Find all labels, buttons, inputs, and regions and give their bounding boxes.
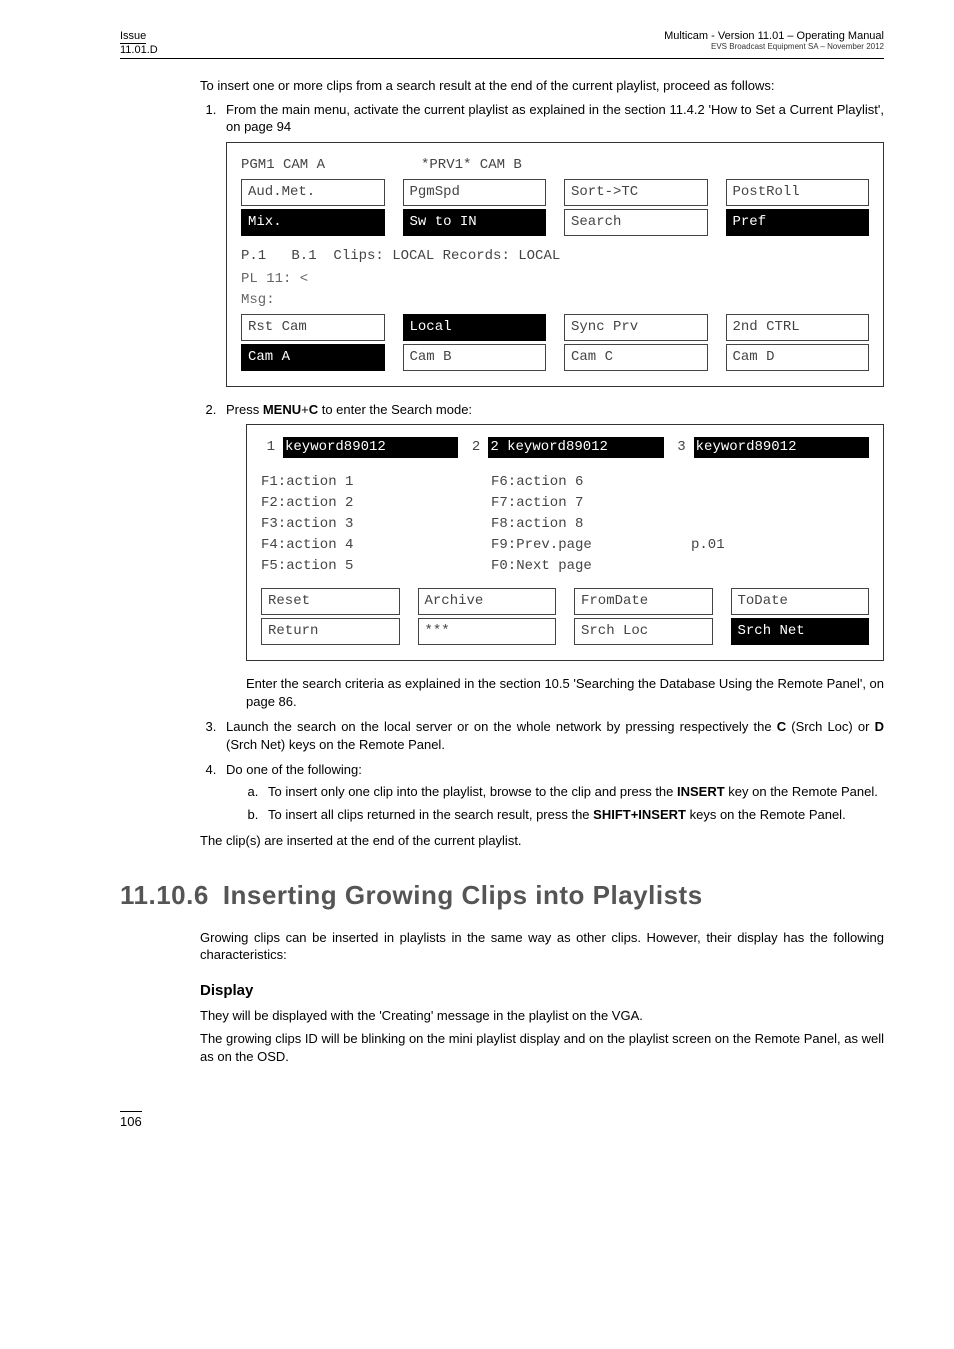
action-f7[interactable]: F7:action 7 [491, 493, 691, 514]
step-3: Launch the search on the local server or… [220, 718, 884, 753]
step-4b: To insert all clips returned in the sear… [262, 806, 884, 824]
page-header: Issue 11.01.D Multicam - Version 11.01 –… [120, 30, 884, 59]
step4b-a: To insert all clips returned in the sear… [268, 807, 593, 822]
pl-line: PL 11: < [241, 269, 869, 290]
btn-archive[interactable]: Archive [418, 588, 557, 615]
btn-return[interactable]: Return [261, 618, 400, 645]
btn-todate[interactable]: ToDate [731, 588, 870, 615]
display-subheading: Display [200, 982, 884, 999]
remote-panel-search: 1 keyword89012 2 2 keyword89012 3 keywor… [246, 424, 884, 661]
step3-b: (Srch Loc) or [786, 719, 875, 734]
step3-a: Launch the search on the local server or… [226, 719, 777, 734]
btn-cam-a[interactable]: Cam A [241, 344, 385, 371]
step3-c: (Srch Net) keys on the Remote Panel. [226, 737, 445, 752]
btn-sort-tc[interactable]: Sort->TC [564, 179, 708, 206]
step2-pre: Press [226, 402, 263, 417]
action-f0[interactable]: F0:Next page [491, 556, 691, 577]
action-f6[interactable]: F6:action 6 [491, 472, 691, 493]
panel-head-mid: *PRV1* CAM B [421, 155, 522, 176]
header-doc-block: Multicam - Version 11.01 – Operating Man… [664, 30, 884, 51]
display-paragraph-2: The growing clips ID will be blinking on… [200, 1030, 884, 1065]
btn-sw-to-in[interactable]: Sw to IN [403, 209, 547, 236]
display-paragraph-1: They will be displayed with the 'Creatin… [200, 1007, 884, 1025]
section-number: 11.10.6 [120, 880, 209, 910]
action-f8[interactable]: F8:action 8 [491, 514, 691, 535]
intro-paragraph: To insert one or more clips from a searc… [200, 77, 884, 95]
conclusion-paragraph: The clip(s) are inserted at the end of t… [200, 832, 884, 850]
btn-pgmspd[interactable]: PgmSpd [403, 179, 547, 206]
kw-field1[interactable]: keyword89012 [283, 437, 458, 458]
btn-local[interactable]: Local [403, 314, 547, 341]
step-4a: To insert only one clip into the playlis… [262, 783, 884, 801]
btn-srch-loc[interactable]: Srch Loc [574, 618, 713, 645]
issue-label: Issue [120, 30, 146, 44]
doc-title: Multicam - Version 11.01 – Operating Man… [664, 30, 884, 42]
btn-pref[interactable]: Pref [726, 209, 870, 236]
btn-cam-b[interactable]: Cam B [403, 344, 547, 371]
btn-search[interactable]: Search [564, 209, 708, 236]
btn-sync-prv[interactable]: Sync Prv [564, 314, 708, 341]
section-title: Inserting Growing Clips into Playlists [223, 880, 703, 910]
page-number: 106 [120, 1111, 142, 1129]
step3-key-c: C [777, 719, 786, 734]
remote-panel-main: PGM1 CAM A *PRV1* CAM B Aud.Met. PgmSpd … [226, 142, 884, 387]
kw-field2-prefix: 2 [466, 437, 480, 458]
kw-field2[interactable]: 2 keyword89012 [488, 437, 663, 458]
header-issue-block: Issue 11.01.D [120, 30, 158, 56]
step2-c: C [309, 402, 318, 417]
action-f4[interactable]: F4:action 4 [261, 535, 491, 556]
issue-value: 11.01.D [120, 44, 158, 56]
panel-head-left: PGM1 CAM A [241, 155, 421, 176]
kw-field3-num: 3 [672, 437, 686, 458]
step2-menu: MENU [263, 402, 301, 417]
steps-list: From the main menu, activate the current… [200, 101, 884, 824]
btn-srch-net[interactable]: Srch Net [731, 618, 870, 645]
step4a-b: key on the Remote Panel. [725, 784, 878, 799]
step2-post: to enter the Search mode: [318, 402, 472, 417]
btn-postroll[interactable]: PostRoll [726, 179, 870, 206]
btn-audmet[interactable]: Aud.Met. [241, 179, 385, 206]
btn-2nd-ctrl[interactable]: 2nd CTRL [726, 314, 870, 341]
action-f3[interactable]: F3:action 3 [261, 514, 491, 535]
kw-field1-num: 1 [261, 437, 275, 458]
action-f5[interactable]: F5:action 5 [261, 556, 491, 577]
step-2: Press MENU+C to enter the Search mode: 1… [220, 401, 884, 711]
step4b-b: keys on the Remote Panel. [686, 807, 846, 822]
btn-reset[interactable]: Reset [261, 588, 400, 615]
step2-plus: + [301, 402, 309, 417]
btn-mix[interactable]: Mix. [241, 209, 385, 236]
after-panel2-note: Enter the search criteria as explained i… [246, 675, 884, 710]
section-heading: 11.10.6 Inserting Growing Clips into Play… [120, 880, 884, 911]
page-indicator: p.01 [691, 535, 869, 556]
step-1-text: From the main menu, activate the current… [226, 102, 884, 135]
msg-line: Msg: [241, 290, 869, 311]
action-f9[interactable]: F9:Prev.page [491, 535, 691, 556]
step4-text: Do one of the following: [226, 762, 362, 777]
step4a-key: INSERT [677, 784, 725, 799]
step3-key-d: D [875, 719, 884, 734]
step4b-key: SHIFT+INSERT [593, 807, 686, 822]
btn-fromdate[interactable]: FromDate [574, 588, 713, 615]
btn-cam-c[interactable]: Cam C [564, 344, 708, 371]
step4a-a: To insert only one clip into the playlis… [268, 784, 677, 799]
action-f2[interactable]: F2:action 2 [261, 493, 491, 514]
clips-records-line: P.1 B.1 Clips: LOCAL Records: LOCAL [241, 246, 869, 267]
kw-field3[interactable]: keyword89012 [694, 437, 869, 458]
btn-cam-d[interactable]: Cam D [726, 344, 870, 371]
step4-sublist: To insert only one clip into the playlis… [226, 783, 884, 824]
btn-stars[interactable]: *** [418, 618, 557, 645]
doc-subtitle: EVS Broadcast Equipment SA – November 20… [664, 42, 884, 51]
step-4: Do one of the following: To insert only … [220, 761, 884, 824]
section-intro: Growing clips can be inserted in playlis… [200, 929, 884, 964]
btn-rst-cam[interactable]: Rst Cam [241, 314, 385, 341]
action-f1[interactable]: F1:action 1 [261, 472, 491, 493]
step-1: From the main menu, activate the current… [220, 101, 884, 387]
